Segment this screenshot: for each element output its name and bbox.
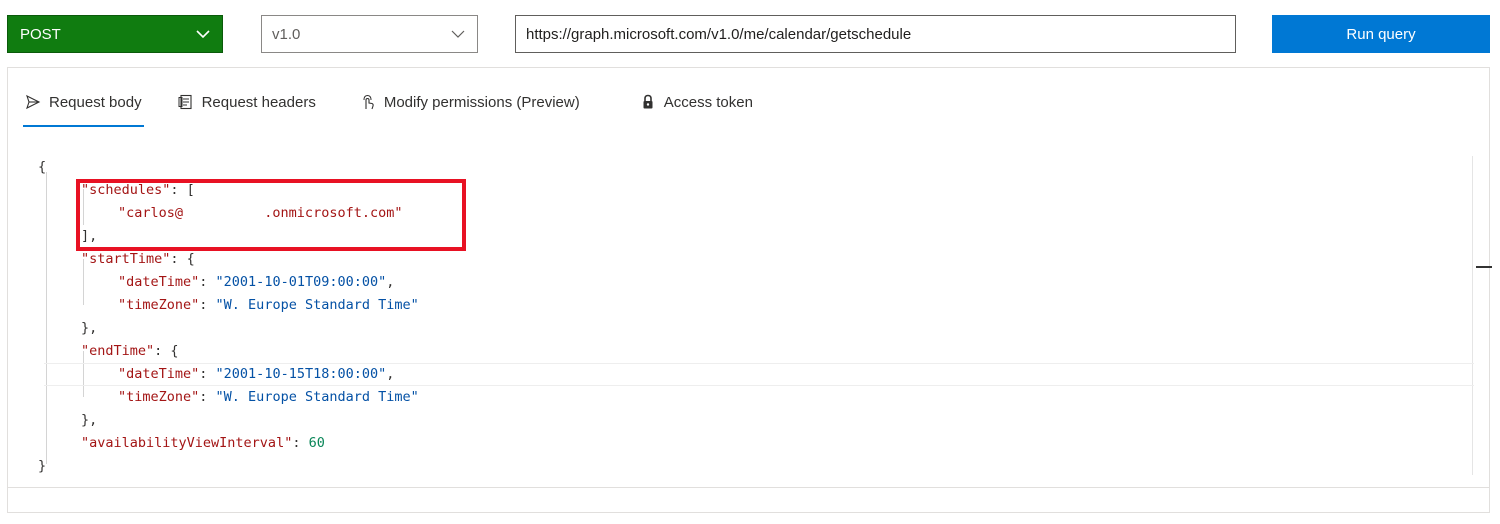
api-version-dropdown[interactable]: v1.0 [261, 15, 478, 53]
editor-scroll-thumb[interactable] [1476, 266, 1492, 268]
code-line: }, [81, 320, 98, 336]
code-line: "availabilityViewInterval": 60 [81, 435, 325, 451]
editor-scrollbar[interactable] [1472, 156, 1476, 475]
tab-modify-permissions[interactable]: Modify permissions (Preview) [358, 85, 582, 119]
code-line: "startTime": { [81, 251, 195, 267]
tab-request-headers[interactable]: Request headers [176, 85, 318, 119]
run-query-button[interactable]: Run query [1272, 15, 1490, 53]
code-line: "timeZone": "W. Europe Standard Time" [118, 297, 419, 313]
code-line: "timeZone": "W. Europe Standard Time" [118, 389, 419, 405]
tab-label: Request body [49, 93, 142, 111]
code-line: { [38, 159, 47, 175]
chevron-down-icon [196, 30, 210, 39]
lock-icon [643, 94, 653, 109]
tab-label: Request headers [201, 93, 316, 111]
request-panel: Request body Request headers Modify perm… [7, 67, 1492, 513]
tab-label: Access token [663, 93, 753, 111]
tab-request-body[interactable]: Request body [23, 85, 144, 127]
code-line: }, [81, 412, 98, 428]
indent-guide [46, 172, 47, 464]
request-url-input[interactable] [515, 15, 1236, 53]
response-area-divider [7, 487, 1490, 513]
send-icon [26, 94, 41, 110]
code-line: "dateTime": "2001-10-15T18:00:00", [118, 366, 395, 382]
http-method-value: POST [20, 25, 61, 43]
code-line: } [38, 458, 47, 474]
touch-icon [363, 94, 374, 110]
tab-access-token[interactable]: Access token [638, 85, 755, 119]
request-tabs: Request body Request headers Modify perm… [23, 85, 755, 129]
schedules-highlight-box [76, 179, 466, 251]
request-body-editor[interactable]: { "schedules": [ "carlos@ .onmicrosoft.c… [38, 156, 1492, 492]
chevron-down-icon [451, 30, 465, 38]
code-line: "endTime": { [81, 343, 179, 359]
document-icon [178, 94, 192, 110]
tab-label: Modify permissions (Preview) [383, 93, 580, 111]
http-method-dropdown[interactable]: POST [7, 15, 223, 53]
api-version-value: v1.0 [272, 25, 301, 43]
code-line: "dateTime": "2001-10-01T09:00:00", [118, 274, 395, 290]
